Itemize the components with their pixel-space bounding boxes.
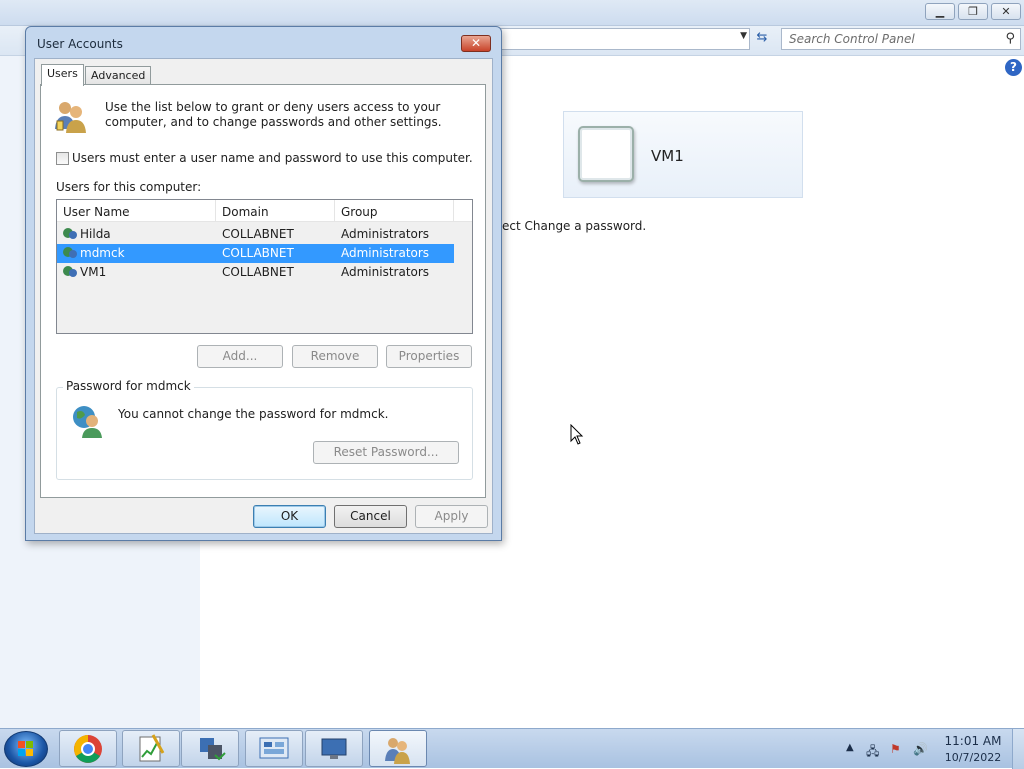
refresh-icon[interactable]: ⇆ xyxy=(752,30,772,50)
taskbar-remote-desktop[interactable] xyxy=(305,730,363,767)
user-accounts-icon xyxy=(385,738,410,764)
password-group-label: Password for mdmck xyxy=(63,379,194,393)
table-row[interactable]: Hilda COLLABNET Administrators xyxy=(57,225,454,244)
password-group: Password for mdmck You cannot change the… xyxy=(56,379,473,480)
taskbar: ▲ 🖧 ⚑ 🔊 11:01 AM 10/7/2022 xyxy=(0,728,1024,769)
instruction-text: ect Change a password. xyxy=(502,219,647,233)
tray-expand-icon[interactable]: ▲ xyxy=(846,742,854,753)
search-icon[interactable]: ⚲ xyxy=(1005,31,1015,46)
taskbar-chrome[interactable] xyxy=(59,730,117,767)
group-cell: Administrators xyxy=(341,265,430,279)
tray-volume-icon[interactable]: 🔊 xyxy=(913,742,928,756)
restore-button[interactable]: ❐ xyxy=(958,3,988,20)
list-header: User Name Domain Group xyxy=(57,200,472,222)
user-accounts-dialog: User Accounts ✕ Users Advanced Use the l… xyxy=(25,26,502,541)
domain-cell: COLLABNET xyxy=(222,227,294,241)
column-domain[interactable]: Domain xyxy=(216,200,335,222)
domain-cell: COLLABNET xyxy=(222,246,294,260)
user-globe-icon xyxy=(63,228,77,239)
reset-password-button[interactable]: Reset Password... xyxy=(313,441,459,464)
remote-desktop-icon xyxy=(321,738,347,759)
user-tile-name: VM1 xyxy=(651,147,684,165)
notepad-chart-icon xyxy=(139,734,165,762)
start-button[interactable] xyxy=(4,731,48,767)
network-lock-icon xyxy=(200,738,226,761)
ok-button[interactable]: OK xyxy=(253,505,326,528)
user-name-cell: Hilda xyxy=(80,227,111,241)
cancel-button[interactable]: Cancel xyxy=(334,505,407,528)
minimize-button[interactable]: ▁ xyxy=(925,3,955,20)
user-picture[interactable] xyxy=(578,126,634,182)
user-globe-icon xyxy=(63,266,77,277)
users-tab-panel: Use the list below to grant or deny user… xyxy=(40,84,486,498)
users-list-heading: Users for this computer: xyxy=(56,180,202,194)
chevron-down-icon[interactable]: ▼ xyxy=(740,31,747,41)
taskbar-network[interactable] xyxy=(181,730,239,767)
control-panel-titlebar: ▁ ❐ ✕ xyxy=(0,0,1024,26)
close-icon[interactable]: ✕ xyxy=(461,35,491,52)
must-logon-checkbox[interactable] xyxy=(56,152,69,165)
intro-text: Use the list below to grant or deny user… xyxy=(105,100,442,129)
tray-network-icon[interactable]: 🖧 xyxy=(866,742,879,763)
user-tile[interactable]: VM1 xyxy=(563,111,803,198)
chrome-icon xyxy=(74,735,102,763)
group-cell: Administrators xyxy=(341,227,430,241)
taskbar-notepad[interactable] xyxy=(122,730,180,767)
address-bar[interactable]: ▼ xyxy=(500,28,750,50)
add-user-button[interactable]: Add... xyxy=(197,345,283,368)
must-logon-label[interactable]: Users must enter a user name and passwor… xyxy=(72,151,473,165)
close-window-button[interactable]: ✕ xyxy=(991,3,1021,20)
clock-time[interactable]: 11:01 AM xyxy=(940,734,1006,748)
user-name-cell: VM1 xyxy=(80,265,107,279)
remove-user-button[interactable]: Remove xyxy=(292,345,378,368)
windows-logo-icon xyxy=(18,741,33,756)
dialog-body: Users Advanced Use the list below to gra… xyxy=(34,58,493,534)
user-name-cell: mdmck xyxy=(80,246,125,260)
search-input[interactable]: Search Control Panel ⚲ xyxy=(781,28,1021,50)
tray-action-center-icon[interactable]: ⚑ xyxy=(890,742,901,756)
taskbar-user-accounts[interactable] xyxy=(369,730,427,767)
table-row-selected[interactable]: mdmck COLLABNET Administrators xyxy=(57,244,454,263)
show-desktop-button[interactable] xyxy=(1012,729,1024,769)
domain-cell: COLLABNET xyxy=(222,265,294,279)
group-cell: Administrators xyxy=(341,246,430,260)
control-panel-icon xyxy=(259,737,289,759)
apply-button[interactable]: Apply xyxy=(415,505,488,528)
user-list[interactable]: User Name Domain Group Hilda COLLABNET A… xyxy=(56,199,473,334)
tab-advanced[interactable]: Advanced xyxy=(85,66,152,85)
properties-button[interactable]: Properties xyxy=(386,345,472,368)
user-globe-icon xyxy=(63,247,77,258)
password-message: You cannot change the password for mdmck… xyxy=(118,407,389,421)
help-icon[interactable]: ? xyxy=(1005,59,1022,76)
users-icon xyxy=(55,102,86,133)
search-placeholder: Search Control Panel xyxy=(789,32,915,46)
table-row[interactable]: VM1 COLLABNET Administrators xyxy=(57,263,454,282)
user-globe-icon xyxy=(73,406,102,438)
column-user-name[interactable]: User Name xyxy=(57,200,216,222)
column-group[interactable]: Group xyxy=(335,200,454,222)
dialog-title: User Accounts xyxy=(37,37,123,51)
mouse-cursor-icon xyxy=(570,424,584,445)
tab-users[interactable]: Users xyxy=(41,64,84,86)
taskbar-control-panel[interactable] xyxy=(245,730,303,767)
clock-date[interactable]: 10/7/2022 xyxy=(940,751,1006,764)
